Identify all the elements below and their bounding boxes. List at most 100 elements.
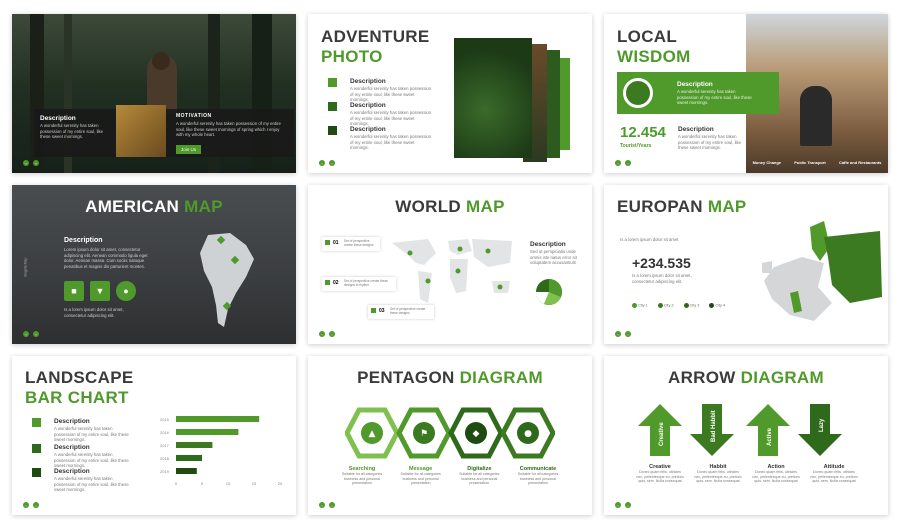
- next-icon[interactable]: ›: [625, 160, 631, 166]
- slide-landscape-bar-chart[interactable]: LANDSCAPE BAR CHART Description A wonder…: [12, 356, 296, 515]
- join-us-button[interactable]: Join Us: [176, 145, 202, 154]
- label-text: Donec quam felis, ultricies nec, pellent…: [636, 470, 684, 484]
- next-icon[interactable]: ›: [625, 502, 631, 508]
- motivation-title: MOTIVATION: [176, 113, 212, 119]
- bar: [176, 468, 197, 474]
- description-title: Description: [530, 241, 566, 248]
- prev-icon[interactable]: ‹: [319, 160, 325, 166]
- stat-value: 12.454: [620, 124, 666, 141]
- slide-title: LANDSCAPE BAR CHART: [25, 368, 134, 407]
- svg-text:●: ●: [524, 429, 532, 439]
- callout-01: 01 Set of perspective create these desig…: [322, 237, 380, 251]
- item-text: A wonderful serenity has taken possessio…: [350, 110, 432, 127]
- description-title: Description: [40, 115, 76, 122]
- item-title: Description: [350, 126, 386, 133]
- arrow-row: Creative Bad Habbit Active Lazy: [638, 404, 842, 456]
- svg-text:Lazy: Lazy: [819, 418, 825, 432]
- city-legend: City 1 City 2 City 3 City 4: [632, 303, 725, 308]
- slide-nav: ‹ ›: [615, 160, 631, 166]
- pin-icon[interactable]: ●: [116, 281, 136, 301]
- item-title: Description: [54, 444, 90, 451]
- bar: [176, 416, 260, 422]
- next-icon[interactable]: ›: [625, 331, 631, 337]
- slide-nav: ‹ ›: [23, 331, 39, 337]
- x-tick-label: 5: [201, 481, 204, 486]
- slide-arrow-diagram[interactable]: ARROW DIAGRAM Creative Bad Habbit Active…: [604, 356, 888, 515]
- arrow-down-icon: Bad Habbit: [690, 404, 734, 456]
- basket-icon[interactable]: ▼: [90, 281, 110, 301]
- prev-icon[interactable]: ‹: [615, 502, 621, 508]
- step-text: Suitable for all categories business and…: [341, 472, 383, 486]
- category-label: 2018: [160, 456, 170, 461]
- prev-icon[interactable]: ‹: [319, 331, 325, 337]
- arrow-labels: Creative Donec quam felis, ultricies nec…: [636, 464, 858, 484]
- slide-forest-motivation[interactable]: Description A wonderful serenity has tak…: [12, 14, 296, 173]
- item-title: Description: [54, 418, 90, 425]
- step-labels: Searching Suitable for all categories bu…: [336, 466, 564, 486]
- callout-03: 03 Set of perspective create these desig…: [368, 305, 434, 319]
- prev-icon[interactable]: ‹: [615, 331, 621, 337]
- x-tick-label: 15: [252, 481, 257, 486]
- slide-nav: ‹ ›: [319, 160, 335, 166]
- category-label: 2016: [160, 430, 170, 435]
- x-tick-label: 20: [278, 481, 283, 486]
- item-title: Description: [350, 102, 386, 109]
- city-label: City 2: [663, 303, 674, 308]
- slide-title: ADVENTURE PHOTO: [321, 27, 430, 66]
- stat-desc: Is a lorem ipsum dolor sit amet, consect…: [632, 273, 692, 284]
- next-icon[interactable]: ›: [329, 160, 335, 166]
- slide-title: EUROPAN MAP: [617, 197, 747, 216]
- bar: [176, 455, 202, 461]
- car-icon[interactable]: ■: [64, 281, 84, 301]
- prev-icon[interactable]: ‹: [23, 502, 29, 508]
- svg-text:Creative: Creative: [659, 422, 665, 446]
- step-text: Suitable for all categories business and…: [400, 472, 441, 486]
- circle-icon: [623, 78, 653, 108]
- description-panel: Description A wonderful serenity has tak…: [34, 105, 294, 157]
- item-text: A wonderful serenity has taken possessio…: [54, 452, 129, 469]
- slide-pentagon-diagram[interactable]: PENTAGON DIAGRAM ▲ ⚑ ◆ ● Searching Suita…: [308, 356, 592, 515]
- next-icon[interactable]: ›: [33, 331, 39, 337]
- item-text: A wonderful serenity has taken possessio…: [350, 134, 432, 151]
- caption: Public Transport: [794, 159, 826, 165]
- prev-icon[interactable]: ‹: [615, 160, 621, 166]
- description-text: Sed ut perspiciatis unde omnis iste natu…: [530, 249, 577, 266]
- slide-world-map[interactable]: WORLD MAP 01 Set of perspective create t…: [308, 185, 592, 344]
- x-tick-label: 10: [226, 481, 231, 486]
- item-text: A wonderful serenity has taken possessio…: [54, 476, 129, 493]
- description-text: Lorem ipsum dolor sit amet, consectetur …: [64, 247, 148, 269]
- slide-europan-map[interactable]: EUROPAN MAP Is a lorem ipsum dolor sit a…: [604, 185, 888, 344]
- bar-chart: 2015 2016 2017 2018 2019 0 5 10 15 20: [160, 416, 283, 486]
- prev-icon[interactable]: ‹: [319, 502, 325, 508]
- next-icon[interactable]: ›: [33, 160, 39, 166]
- next-icon[interactable]: ›: [329, 331, 335, 337]
- svg-text:▲: ▲: [369, 429, 376, 439]
- arrow-up-icon: Active: [746, 404, 790, 456]
- stat-value: +234.535: [632, 255, 691, 271]
- world-map: [392, 239, 512, 303]
- slide-local-wisdom[interactable]: LOCAL WISDOM Description A wonderful ser…: [604, 14, 888, 173]
- item-text: A wonderful serenity has taken possessio…: [54, 426, 129, 443]
- prev-icon[interactable]: ‹: [23, 331, 29, 337]
- item-title: Description: [54, 468, 90, 475]
- prev-icon[interactable]: ‹: [23, 160, 29, 166]
- slide-title: AMERICAN MAP: [85, 197, 223, 216]
- caption: Caffe and Restaurants: [838, 159, 882, 165]
- next-icon[interactable]: ›: [33, 502, 39, 508]
- hexagon-chain: ▲ ⚑ ◆ ●: [345, 407, 555, 459]
- slide-adventure-photo[interactable]: ADVENTURE PHOTO Description A wonderful …: [308, 14, 592, 173]
- south-america-map: [200, 233, 254, 327]
- bar: [176, 442, 213, 448]
- svg-text:Bad Habbit: Bad Habbit: [711, 410, 717, 442]
- label-text: Donec quam felis, ultricies nec, pellent…: [752, 470, 800, 484]
- callout-02: 02 Set of perspective create these desig…: [322, 277, 396, 291]
- svg-text:◆: ◆: [473, 429, 480, 439]
- next-icon[interactable]: ›: [329, 502, 335, 508]
- icon-row: ■ ▼ ●: [64, 281, 136, 301]
- hiker-thumbnail: [116, 105, 166, 157]
- slide-american-map[interactable]: AMERICAN MAP Bogota Map Description Lore…: [12, 185, 296, 344]
- slide-nav: ‹ ›: [615, 502, 631, 508]
- description-banner: Description A wonderful serenity has tak…: [617, 72, 779, 114]
- aerial-forest-photo: [454, 38, 532, 158]
- slide-nav: ‹ ›: [23, 502, 39, 508]
